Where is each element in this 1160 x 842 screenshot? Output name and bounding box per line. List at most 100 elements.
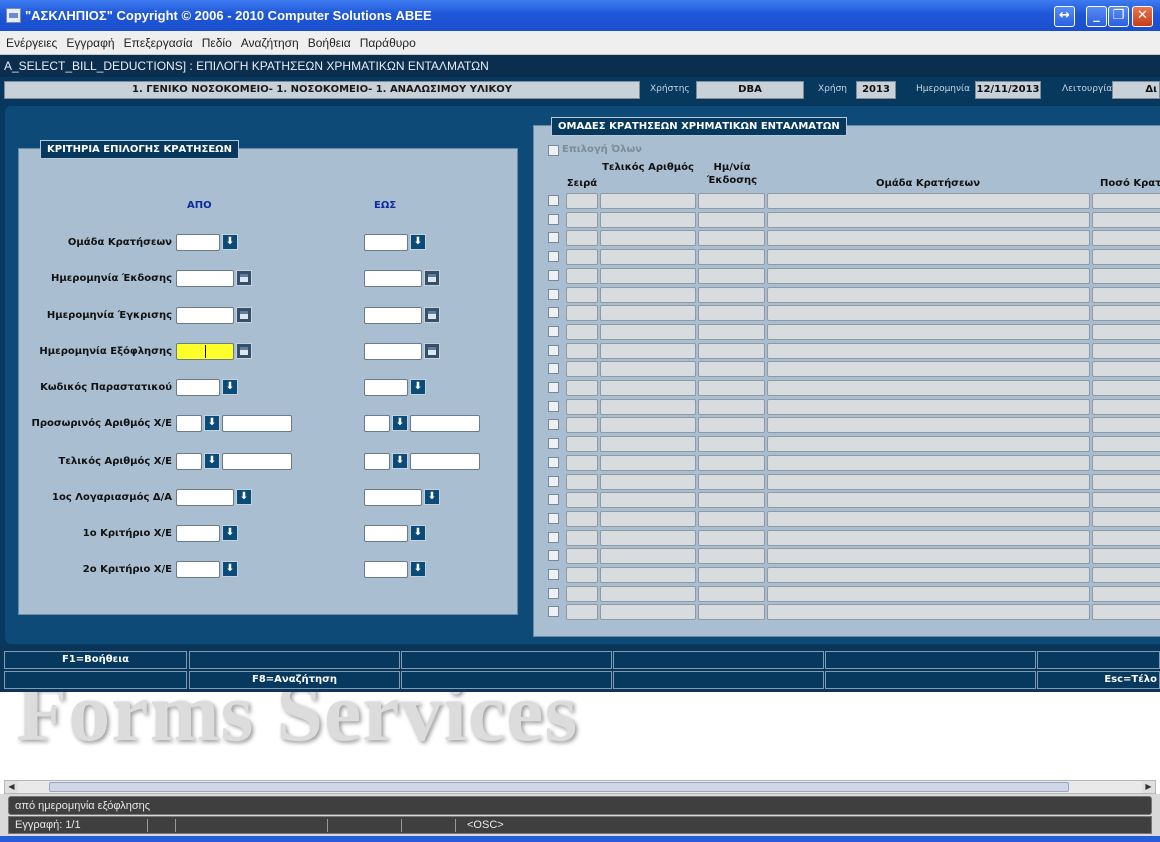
cell-seira[interactable] bbox=[566, 436, 598, 453]
fkey-row1-6[interactable] bbox=[1037, 651, 1160, 669]
to-date-field[interactable] bbox=[364, 343, 422, 360]
from-field[interactable] bbox=[176, 489, 234, 506]
cell-seira[interactable] bbox=[566, 286, 598, 303]
cell-issue-date[interactable] bbox=[698, 454, 765, 471]
cell-amount[interactable] bbox=[1092, 361, 1160, 378]
cell-issue-date[interactable] bbox=[698, 193, 765, 209]
cell-issue-date[interactable] bbox=[698, 510, 765, 527]
cell-final-number[interactable] bbox=[600, 286, 696, 303]
cell-seira[interactable] bbox=[566, 510, 598, 527]
row-checkbox[interactable] bbox=[548, 269, 559, 281]
to-number-field[interactable] bbox=[410, 453, 480, 470]
cell-final-number[interactable] bbox=[600, 380, 696, 396]
cell-final-number[interactable] bbox=[600, 510, 696, 527]
cell-amount[interactable] bbox=[1092, 510, 1160, 527]
menu-edit[interactable]: Επεξεργασία bbox=[118, 31, 196, 50]
fkey-row2-5[interactable] bbox=[825, 671, 1036, 689]
cell-final-number[interactable] bbox=[600, 548, 696, 565]
calendar-icon[interactable] bbox=[236, 307, 252, 323]
cell-group[interactable] bbox=[767, 230, 1090, 247]
cell-issue-date[interactable] bbox=[698, 548, 765, 565]
from-series-field[interactable] bbox=[176, 415, 202, 432]
cell-amount[interactable] bbox=[1092, 230, 1160, 247]
cell-amount[interactable] bbox=[1092, 585, 1160, 602]
row-checkbox[interactable] bbox=[548, 419, 559, 431]
cell-group[interactable] bbox=[767, 492, 1090, 509]
lov-arrow-icon[interactable]: ⬇ bbox=[410, 525, 426, 541]
cell-issue-date[interactable] bbox=[698, 361, 765, 378]
minimize-button[interactable]: _ bbox=[1086, 6, 1107, 27]
row-checkbox[interactable] bbox=[548, 456, 559, 468]
scroll-right-arrow-icon[interactable]: ▶ bbox=[1142, 781, 1155, 793]
cell-seira[interactable] bbox=[566, 342, 598, 359]
fkey-help[interactable]: F1=Βοήθεια bbox=[4, 651, 187, 669]
calendar-icon[interactable] bbox=[236, 270, 252, 286]
from-series-field[interactable] bbox=[176, 453, 202, 470]
cell-issue-date[interactable] bbox=[698, 249, 765, 266]
from-field[interactable] bbox=[176, 525, 220, 542]
to-field[interactable] bbox=[364, 379, 408, 396]
cell-final-number[interactable] bbox=[600, 361, 696, 378]
cell-seira[interactable] bbox=[566, 211, 598, 228]
cell-group[interactable] bbox=[767, 323, 1090, 340]
cell-seira[interactable] bbox=[566, 230, 598, 247]
cell-final-number[interactable] bbox=[600, 567, 696, 583]
cell-seira[interactable] bbox=[566, 567, 598, 583]
cell-final-number[interactable] bbox=[600, 342, 696, 359]
lov-arrow-icon[interactable]: ⬇ bbox=[392, 415, 408, 431]
cell-final-number[interactable] bbox=[600, 454, 696, 471]
cell-seira[interactable] bbox=[566, 305, 598, 322]
cell-amount[interactable] bbox=[1092, 567, 1160, 583]
cell-group[interactable] bbox=[767, 567, 1090, 583]
calendar-icon[interactable] bbox=[424, 343, 440, 359]
scroll-thumb[interactable] bbox=[49, 782, 1069, 792]
cell-final-number[interactable] bbox=[600, 473, 696, 490]
cell-amount[interactable] bbox=[1092, 492, 1160, 509]
fkey-row2-3[interactable] bbox=[401, 671, 612, 689]
cell-final-number[interactable] bbox=[600, 211, 696, 228]
cell-group[interactable] bbox=[767, 361, 1090, 378]
cell-issue-date[interactable] bbox=[698, 492, 765, 509]
row-checkbox[interactable] bbox=[548, 587, 559, 599]
cell-issue-date[interactable] bbox=[698, 211, 765, 228]
menu-query[interactable]: Αναζήτηση bbox=[235, 31, 302, 50]
lov-arrow-icon[interactable]: ⬇ bbox=[204, 453, 220, 469]
restore-size-button[interactable]: ↔ bbox=[1054, 6, 1075, 27]
cell-final-number[interactable] bbox=[600, 305, 696, 322]
row-checkbox[interactable] bbox=[548, 382, 559, 393]
cell-issue-date[interactable] bbox=[698, 286, 765, 303]
lov-arrow-icon[interactable]: ⬇ bbox=[410, 379, 426, 395]
menu-actions[interactable]: Ενέργειες bbox=[0, 31, 60, 50]
cell-seira[interactable] bbox=[566, 604, 598, 621]
from-field[interactable] bbox=[176, 561, 220, 578]
cell-amount[interactable] bbox=[1092, 398, 1160, 415]
cell-final-number[interactable] bbox=[600, 604, 696, 621]
cell-seira[interactable] bbox=[566, 193, 598, 209]
cell-seira[interactable] bbox=[566, 417, 598, 434]
from-number-field[interactable] bbox=[222, 415, 292, 432]
row-checkbox[interactable] bbox=[548, 569, 559, 580]
lov-arrow-icon[interactable]: ⬇ bbox=[204, 415, 220, 431]
cell-group[interactable] bbox=[767, 529, 1090, 546]
to-series-field[interactable] bbox=[364, 415, 390, 432]
from-date-field[interactable] bbox=[176, 270, 234, 287]
from-field[interactable] bbox=[176, 234, 220, 251]
cell-amount[interactable] bbox=[1092, 305, 1160, 322]
fkey-row1-5[interactable] bbox=[825, 651, 1036, 669]
row-checkbox[interactable] bbox=[548, 288, 559, 300]
row-checkbox[interactable] bbox=[548, 307, 559, 319]
row-checkbox[interactable] bbox=[548, 325, 559, 337]
cell-seira[interactable] bbox=[566, 473, 598, 490]
horizontal-scrollbar[interactable]: ◀ ▶ bbox=[4, 780, 1156, 794]
from-date-field[interactable] bbox=[176, 343, 234, 360]
cell-issue-date[interactable] bbox=[698, 398, 765, 415]
calendar-icon[interactable] bbox=[236, 343, 252, 359]
row-checkbox[interactable] bbox=[548, 606, 559, 618]
cell-seira[interactable] bbox=[566, 492, 598, 509]
cell-amount[interactable] bbox=[1092, 249, 1160, 266]
cell-seira[interactable] bbox=[566, 548, 598, 565]
cell-issue-date[interactable] bbox=[698, 305, 765, 322]
from-date-field[interactable] bbox=[176, 307, 234, 324]
cell-group[interactable] bbox=[767, 398, 1090, 415]
cell-amount[interactable] bbox=[1092, 436, 1160, 453]
